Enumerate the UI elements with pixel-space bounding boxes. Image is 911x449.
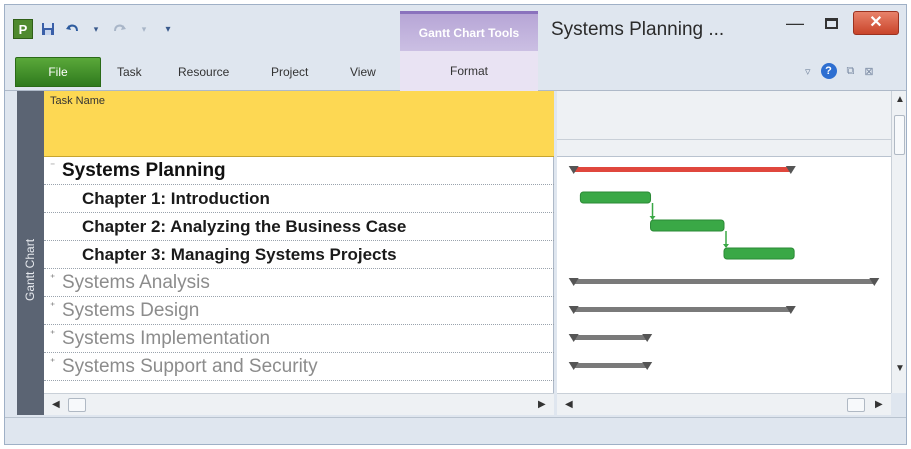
redo-dropdown-icon: ▾ <box>141 23 147 34</box>
task-row[interactable]: Chapter 1: Introduction <box>44 185 554 213</box>
grid-horizontal-scrollbar[interactable]: ◀ ▶ <box>44 393 554 415</box>
expand-icon[interactable]: ⁺ <box>50 329 55 340</box>
dependency-arrow[interactable] <box>649 216 656 220</box>
undo-icon[interactable] <box>63 20 81 38</box>
contextual-tab-group-label: Gantt Chart Tools <box>400 11 538 51</box>
scroll-down-icon[interactable]: ▼ <box>895 363 905 374</box>
close-button[interactable]: ✕ <box>853 11 899 35</box>
tab-task[interactable]: Task <box>117 65 142 79</box>
scroll-right-icon[interactable]: ▶ <box>875 399 883 410</box>
summary-bar[interactable] <box>573 307 791 312</box>
timescale-header[interactable] <box>557 91 891 157</box>
scroll-left-icon[interactable]: ◀ <box>52 399 60 410</box>
quick-access-toolbar: P ▾ ▾ ▾ <box>13 19 177 39</box>
tab-format[interactable]: Format <box>400 51 538 91</box>
task-name: Chapter 1: Introduction <box>82 189 270 208</box>
dependency-arrow[interactable] <box>723 244 729 248</box>
tab-resource[interactable]: Resource <box>178 65 229 79</box>
ribbon-tab-bar: File Task Resource Project View Format ▿… <box>5 51 906 91</box>
task-bar[interactable] <box>650 219 725 232</box>
app-icon[interactable]: P <box>13 19 33 39</box>
task-grid: Task Name ⁻ Systems Planning Chapter 1: … <box>44 91 554 393</box>
task-name: Systems Implementation <box>62 328 271 349</box>
gantt-bars <box>568 166 880 370</box>
scroll-thumb[interactable] <box>847 398 865 412</box>
redo-icon <box>111 20 129 38</box>
view-bar: Gantt Chart <box>17 91 44 415</box>
task-row[interactable]: ⁺ Systems Implementation <box>44 325 554 353</box>
scroll-thumb[interactable] <box>894 115 905 155</box>
maximize-icon <box>825 18 838 29</box>
task-row[interactable]: Chapter 3: Managing Systems Projects <box>44 241 554 269</box>
task-name: Systems Planning <box>62 160 226 181</box>
task-name: Systems Design <box>62 300 200 321</box>
task-row[interactable]: Chapter 2: Analyzing the Business Case <box>44 213 554 241</box>
save-icon[interactable] <box>39 20 57 38</box>
close-document-icon[interactable]: ⊠ <box>864 65 873 78</box>
scroll-left-icon[interactable]: ◀ <box>565 399 573 410</box>
summary-bar[interactable] <box>573 363 648 368</box>
task-name: Chapter 3: Managing Systems Projects <box>82 245 397 264</box>
minimize-ribbon-icon[interactable]: ▿ <box>805 65 811 78</box>
expand-icon[interactable]: ⁺ <box>50 273 55 284</box>
title-bar: P ▾ ▾ ▾ Gantt Chart Tools Systems Planni… <box>5 5 906 51</box>
maximize-button[interactable] <box>817 13 845 35</box>
scroll-up-icon[interactable]: ▲ <box>895 94 905 105</box>
project-window: P ▾ ▾ ▾ Gantt Chart Tools Systems Planni… <box>4 4 907 445</box>
undo-dropdown-icon[interactable]: ▾ <box>87 20 105 38</box>
status-bar <box>5 417 906 444</box>
tab-file[interactable]: File <box>15 57 101 87</box>
window-title: Systems Planning ... <box>551 19 725 40</box>
minimize-button[interactable]: — <box>781 13 809 35</box>
tab-project[interactable]: Project <box>271 65 308 79</box>
vertical-scrollbar[interactable]: ▲ ▼ <box>891 91 906 393</box>
task-bar[interactable] <box>723 247 795 260</box>
task-name: Systems Analysis <box>62 272 210 293</box>
summary-bar[interactable] <box>573 279 875 284</box>
task-bar[interactable] <box>579 191 652 204</box>
task-name: Chapter 2: Analyzing the Business Case <box>82 217 407 236</box>
tab-view[interactable]: View <box>350 65 376 79</box>
task-row[interactable]: ⁺ Systems Design <box>44 297 554 325</box>
summary-bar[interactable] <box>573 167 791 172</box>
task-name: Systems Support and Security <box>62 356 318 377</box>
task-row[interactable]: ⁺ Systems Analysis <box>44 269 554 297</box>
summary-bar[interactable] <box>573 335 648 340</box>
task-row[interactable]: ⁺ Systems Support and Security <box>44 353 554 381</box>
timescale-divider <box>557 139 891 140</box>
expand-icon[interactable]: ⁺ <box>50 301 55 312</box>
ribbon-right-controls: ▿ ? ⧉ ⊠ <box>805 63 874 79</box>
gantt-chart-pane <box>557 91 891 393</box>
gantt-horizontal-scrollbar[interactable]: ◀ ▶ <box>557 393 891 415</box>
help-icon[interactable]: ? <box>820 63 837 79</box>
collapse-icon[interactable]: ⁻ <box>50 161 55 172</box>
view-label: Gantt Chart <box>23 238 37 301</box>
scroll-thumb[interactable] <box>68 398 86 412</box>
expand-icon[interactable]: ⁺ <box>50 357 55 368</box>
customize-qat-icon[interactable]: ▾ <box>159 20 177 38</box>
restore-window-icon[interactable]: ⧉ <box>847 65 855 78</box>
column-header-task-name[interactable]: Task Name <box>44 91 554 157</box>
scroll-right-icon[interactable]: ▶ <box>538 399 546 410</box>
task-row[interactable]: ⁻ Systems Planning <box>44 157 554 185</box>
